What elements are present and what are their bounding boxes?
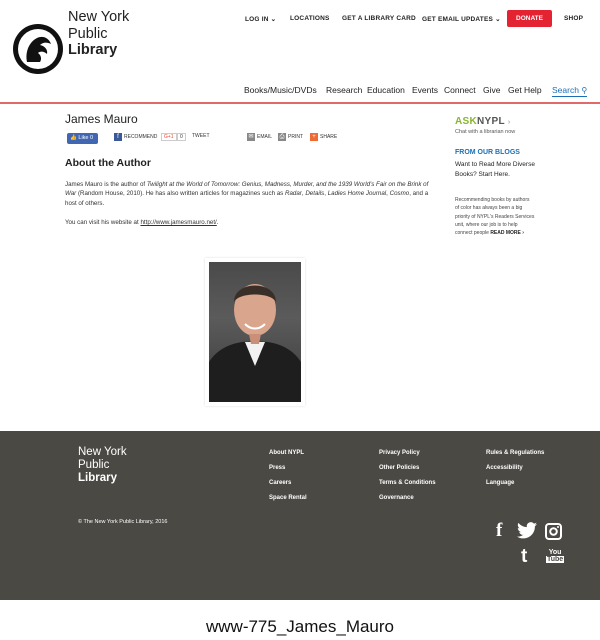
chevron-down-icon: ⌄ [270,16,277,23]
blogs-heading: FROM OUR BLOGS [455,149,520,156]
email-updates-link[interactable]: GET EMAIL UPDATES ⌄ [422,15,501,23]
footer-language[interactable]: Language [486,480,514,486]
footer-logo-line-2: Public [78,459,110,471]
site-header: New York Public Library LOG IN ⌄ LOCATIO… [0,0,600,104]
footer-space-rental[interactable]: Space Rental [269,495,307,501]
author-photo [209,262,301,402]
share-button[interactable]: SHARE [320,134,337,140]
bio-text: James Mauro is the author of [65,181,147,188]
footer-privacy-policy[interactable]: Privacy Policy [379,450,420,456]
email-button[interactable]: EMAIL [257,134,272,140]
facebook-icon: f [114,133,122,141]
email-icon: ✉ [247,133,255,141]
nypl-lion-logo-icon[interactable] [13,24,63,74]
google-plus-button[interactable]: G+1 [161,133,177,141]
bio-text: (Random House, 2010). He has also writte… [76,190,285,198]
main-nav: Books/Music/DVDs Research Education Even… [0,85,600,97]
share-bar: 👍 Like 0 f RECOMMEND G+1 0 TWEET ✉ EMAIL… [67,133,387,145]
footer-logo-line-1: New York [78,446,127,458]
print-button[interactable]: PRINT [288,134,303,140]
thumbs-up-icon: 👍 [70,135,77,141]
nav-get-help[interactable]: Get Help [508,85,542,95]
library-card-link[interactable]: GET A LIBRARY CARD [342,15,416,22]
chat-librarian-link[interactable]: Chat with a librarian now [455,129,515,135]
author-bio: James Mauro is the author of Twilight at… [65,180,441,208]
youtube-icon[interactable]: You Tube [546,549,565,563]
footer-logo-line-3: Library [78,472,117,484]
search-icon: ⚲ [581,86,588,95]
website-line: You can visit his website at http://www.… [65,219,219,226]
magazine-name: Radar [285,190,302,198]
blog-post-title-link[interactable]: Want to Read More Diverse Books? Start H… [455,160,535,180]
about-author-heading: About the Author [65,157,151,169]
instagram-icon[interactable] [545,523,562,545]
website-suffix: . [216,219,219,226]
author-photo-frame [205,258,305,406]
footer-accessibility[interactable]: Accessibility [486,465,523,471]
facebook-like-button[interactable]: 👍 Like 0 [67,133,98,144]
share-plus-icon: + [310,133,318,141]
ask-label: ASK [455,116,478,127]
nav-give[interactable]: Give [483,85,500,95]
nav-books-music-dvds[interactable]: Books/Music/DVDs [244,85,317,95]
blog-post-excerpt: Recommending books by authors of color h… [455,196,535,237]
donate-button[interactable]: DONATE [507,10,552,27]
footer-terms-conditions[interactable]: Terms & Conditions [379,480,436,486]
footer-other-policies[interactable]: Other Policies [379,465,419,471]
google-plus-count: 0 [177,133,186,141]
twitter-icon[interactable] [517,522,537,544]
nav-research[interactable]: Research [326,85,362,95]
print-icon: ⎙ [278,133,286,141]
copyright-text: © The New York Public Library, 2016 [78,519,168,525]
ask-nypl-logo[interactable]: ASKNYPL › [455,116,510,127]
nav-events[interactable]: Events [412,85,438,95]
nav-education[interactable]: Education [367,85,405,95]
tweet-button[interactable]: TWEET [192,133,210,139]
footer-nypl-wordmark[interactable]: New York Public Library [78,446,127,485]
footer-rules-regulations[interactable]: Rules & Regulations [486,450,544,456]
author-website-link[interactable]: http://www.jamesmauro.net/ [140,219,216,226]
locations-link[interactable]: LOCATIONS [290,15,330,22]
nypl-label: NYPL [477,116,505,127]
recommend-button[interactable]: RECOMMEND [124,134,157,140]
website-prefix: You can visit his website at [65,219,141,226]
nav-connect[interactable]: Connect [444,85,476,95]
magazine-name: Details [305,190,325,198]
screenshot-caption: www-775_James_Mauro [205,617,395,636]
chevron-right-icon: › [507,119,511,126]
nav-search[interactable]: Search ⚲ [552,85,588,97]
shop-link[interactable]: SHOP [564,15,583,22]
page-title: James Mauro [65,112,138,126]
footer-governance[interactable]: Governance [379,495,414,501]
login-link[interactable]: LOG IN ⌄ [245,15,276,23]
magazine-name: Ladies Home Journal [327,190,387,198]
logo-line-3: Library [68,42,118,58]
facebook-icon[interactable]: f [496,520,502,542]
footer-careers[interactable]: Careers [269,480,291,486]
magazine-name: Cosmo [389,190,410,198]
tumblr-icon[interactable]: t [521,546,527,568]
footer-about-nypl[interactable]: About NYPL [269,450,304,456]
chevron-down-icon: ⌄ [495,16,501,23]
read-more-link[interactable]: READ MORE › [490,230,524,236]
footer-press[interactable]: Press [269,465,285,471]
